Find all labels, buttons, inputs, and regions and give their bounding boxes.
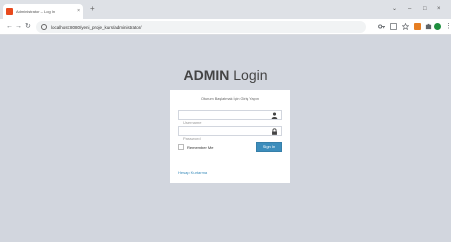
tab-close-button[interactable]: × (77, 9, 80, 14)
login-box-message: Oturum Başlatmak İçin Giriş Yapın (201, 97, 259, 101)
key-icon[interactable] (378, 23, 385, 30)
browser-menu-button[interactable]: ⋮ (445, 22, 451, 32)
info-icon[interactable] (41, 24, 47, 30)
extension-fox-icon[interactable] (414, 23, 421, 30)
reload-button[interactable]: ↻ (25, 22, 31, 32)
logo-bold-text: ADMIN (183, 67, 230, 83)
address-bar[interactable]: localhost:8080/yeni_proje_kurs/administr… (36, 21, 366, 33)
star-icon[interactable] (402, 23, 409, 30)
url-text: localhost:8080/yeni_proje_kurs/administr… (51, 24, 142, 30)
tab-title: Administrator – Log In (16, 9, 56, 14)
minimize-button[interactable]: – (408, 5, 411, 13)
user-icon (271, 112, 278, 119)
remember-me-label: Remember Me (187, 145, 214, 150)
browser-toolbar: ← → ↻ localhost:8080/yeni_proje_kurs/adm… (0, 19, 451, 35)
forward-button[interactable]: → (15, 22, 22, 32)
login-logo: ADMIN Login (0, 67, 451, 83)
remember-me-checkbox[interactable] (178, 144, 184, 150)
sign-in-button[interactable]: Sign In (256, 142, 282, 152)
close-window-button[interactable]: × (437, 5, 441, 13)
translate-icon[interactable] (390, 23, 397, 30)
back-button[interactable]: ← (6, 22, 13, 32)
password-field-wrapper (178, 126, 282, 143)
profile-avatar[interactable] (434, 23, 441, 30)
favicon-icon (6, 8, 13, 15)
username-field-wrapper (178, 110, 282, 127)
maximize-button[interactable]: □ (423, 5, 427, 13)
lock-icon (272, 128, 277, 135)
browser-titlebar: Administrator – Log In × + ⌄ – □ × (0, 0, 451, 19)
logo-light-text: Login (229, 67, 268, 83)
new-tab-button[interactable]: + (90, 4, 95, 14)
account-recovery-link[interactable]: Hesap Kurtarma (178, 170, 207, 175)
tab-search-button[interactable]: ⌄ (392, 5, 397, 13)
browser-tab[interactable]: Administrator – Log In × (3, 4, 83, 19)
login-card: Oturum Başlatmak İçin Giriş Yapın Rememb… (170, 90, 290, 183)
puzzle-icon[interactable] (425, 23, 432, 30)
